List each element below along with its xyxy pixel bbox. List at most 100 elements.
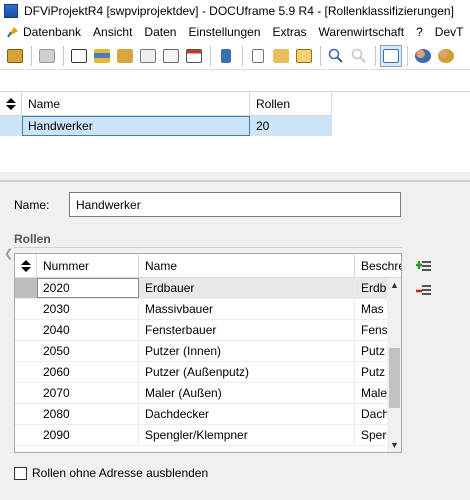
- cell-name[interactable]: Spengler/Klempner: [139, 425, 355, 445]
- column-header-beschreibung[interactable]: Beschre: [355, 254, 401, 278]
- row-indicator: [15, 278, 37, 298]
- table-row[interactable]: 2050 Putzer (Innen) Putz: [15, 341, 387, 362]
- cell-nummer[interactable]: 2070: [37, 383, 139, 403]
- menu-daten[interactable]: Daten: [138, 22, 182, 42]
- cell-name[interactable]: Fensterbauer: [139, 320, 355, 340]
- calendar-icon[interactable]: [183, 45, 205, 67]
- table-row[interactable]: 2070 Maler (Außen) Male: [15, 383, 387, 404]
- menu-ansicht[interactable]: Ansicht: [87, 22, 138, 42]
- cell-name[interactable]: Erdbauer: [139, 278, 355, 298]
- cell-beschreibung[interactable]: Putz: [355, 362, 387, 382]
- column-header-nummer[interactable]: Nummer: [37, 254, 139, 278]
- column-header-name[interactable]: Name: [139, 254, 355, 278]
- section-divider: [14, 247, 402, 248]
- cell-nummer[interactable]: 2060: [37, 362, 139, 382]
- toolbar-separator: [407, 45, 408, 66]
- scrollbar-thumb[interactable]: [389, 348, 400, 408]
- cell-beschreibung[interactable]: Male: [355, 383, 387, 403]
- table-row[interactable]: 2080 Dachdecker Dach: [15, 404, 387, 425]
- search-icon[interactable]: [325, 45, 347, 67]
- sort-toggle-icon[interactable]: [15, 254, 37, 278]
- name-field[interactable]: Handwerker: [69, 192, 401, 217]
- add-row-icon[interactable]: [415, 258, 433, 276]
- menu-bar: Datenbank Ansicht Daten Einstellungen Ex…: [0, 22, 470, 42]
- cell-name[interactable]: Dachdecker: [139, 404, 355, 424]
- toolbar-separator: [375, 45, 376, 66]
- table-row[interactable]: 2040 Fensterbauer Fens: [15, 320, 387, 341]
- cell-nummer[interactable]: 2090: [37, 425, 139, 445]
- hide-roles-label: Rollen ohne Adresse ausblenden: [32, 466, 209, 480]
- table-row[interactable]: 2090 Spengler/Klempner Sper: [15, 425, 387, 446]
- cell-beschreibung[interactable]: Mas: [355, 299, 387, 319]
- classification-grid: Name Rollen Handwerker 20 ❮: [0, 92, 470, 260]
- open-folder-icon[interactable]: [270, 45, 292, 67]
- cell-beschreibung[interactable]: Erdb: [355, 278, 387, 298]
- toolbar-separator: [320, 45, 321, 66]
- menu-help[interactable]: ?: [410, 22, 429, 42]
- table-row[interactable]: 2060 Putzer (Außenputz) Putz: [15, 362, 387, 383]
- splitter[interactable]: [0, 180, 470, 182]
- menu-extras[interactable]: Extras: [267, 22, 313, 42]
- menu-einstellungen[interactable]: Einstellungen: [182, 22, 266, 42]
- users-icon[interactable]: [412, 45, 434, 67]
- cell-nummer[interactable]: 2080: [37, 404, 139, 424]
- scroll-top-icon[interactable]: ▲: [387, 278, 401, 292]
- menu-warenwirtschaft[interactable]: Warenwirtschaft: [313, 22, 411, 42]
- document-icon[interactable]: [247, 45, 269, 67]
- classification-grid-header: Name Rollen: [0, 92, 332, 116]
- table-row[interactable]: 2030 Massivbauer Mas: [15, 299, 387, 320]
- cell-nummer[interactable]: 2030: [37, 299, 139, 319]
- view-icon[interactable]: [380, 44, 402, 67]
- cell-nummer[interactable]: 2040: [37, 320, 139, 340]
- column-header-name[interactable]: Name: [22, 92, 250, 116]
- cell-nummer[interactable]: 2050: [37, 341, 139, 361]
- card-icon[interactable]: [68, 45, 90, 67]
- hide-roles-checkbox[interactable]: [14, 466, 27, 480]
- app-menu-icon: [6, 25, 20, 39]
- print-icon[interactable]: [36, 45, 58, 67]
- cell-name[interactable]: Massivbauer: [139, 299, 355, 319]
- column-header-rollen[interactable]: Rollen: [250, 92, 332, 116]
- list-icon[interactable]: [91, 45, 113, 67]
- window-title: DFViProjektR4 [swpviprojektdev] - DOCUfr…: [24, 4, 454, 18]
- toolbar-separator: [63, 45, 64, 66]
- cell-name[interactable]: Putzer (Außenputz): [139, 362, 355, 382]
- section-title-rollen: Rollen: [14, 232, 51, 246]
- table-row[interactable]: 2020 Erdbauer Erdb: [15, 278, 387, 299]
- cell-beschreibung[interactable]: Fens: [355, 320, 387, 340]
- vertical-scrollbar[interactable]: ▲ ▼: [387, 278, 401, 452]
- search-disabled-icon[interactable]: [348, 45, 370, 67]
- email-icon[interactable]: [160, 45, 182, 67]
- row-indicator: [15, 341, 37, 361]
- attachment-icon[interactable]: [137, 45, 159, 67]
- app-icon: [4, 4, 18, 18]
- hide-roles-without-address-option[interactable]: Rollen ohne Adresse ausblenden: [14, 466, 208, 480]
- cell-beschreibung[interactable]: Putz: [355, 341, 387, 361]
- user-settings-icon[interactable]: [435, 45, 457, 67]
- toolbar-separator: [242, 45, 243, 66]
- toolbar: [0, 42, 470, 70]
- save-icon[interactable]: [4, 45, 26, 67]
- menu-devt[interactable]: DevT: [429, 22, 470, 42]
- cell-name[interactable]: Putzer (Innen): [139, 341, 355, 361]
- sort-toggle-icon[interactable]: [0, 92, 22, 116]
- scroll-left-icon[interactable]: ❮: [4, 247, 13, 260]
- row-indicator: [15, 320, 37, 340]
- cell-beschreibung[interactable]: Dach: [355, 404, 387, 424]
- cell-beschreibung[interactable]: Sper: [355, 425, 387, 445]
- folder-icon[interactable]: [114, 45, 136, 67]
- remove-row-icon[interactable]: [415, 282, 433, 300]
- new-document-icon[interactable]: [293, 45, 315, 67]
- row-indicator: [15, 404, 37, 424]
- toolbar-separator: [210, 45, 211, 66]
- scroll-bottom-icon[interactable]: ▼: [387, 438, 401, 452]
- menu-datenbank[interactable]: Datenbank: [0, 22, 87, 42]
- cell-name[interactable]: Handwerker: [22, 116, 250, 136]
- row-indicator: [15, 362, 37, 382]
- cell-nummer[interactable]: 2020: [37, 278, 139, 298]
- name-label: Name:: [14, 198, 50, 212]
- table-row[interactable]: Handwerker 20: [0, 116, 332, 136]
- cell-rollen[interactable]: 20: [250, 116, 332, 136]
- cell-name[interactable]: Maler (Außen): [139, 383, 355, 403]
- phone-icon[interactable]: [215, 45, 237, 67]
